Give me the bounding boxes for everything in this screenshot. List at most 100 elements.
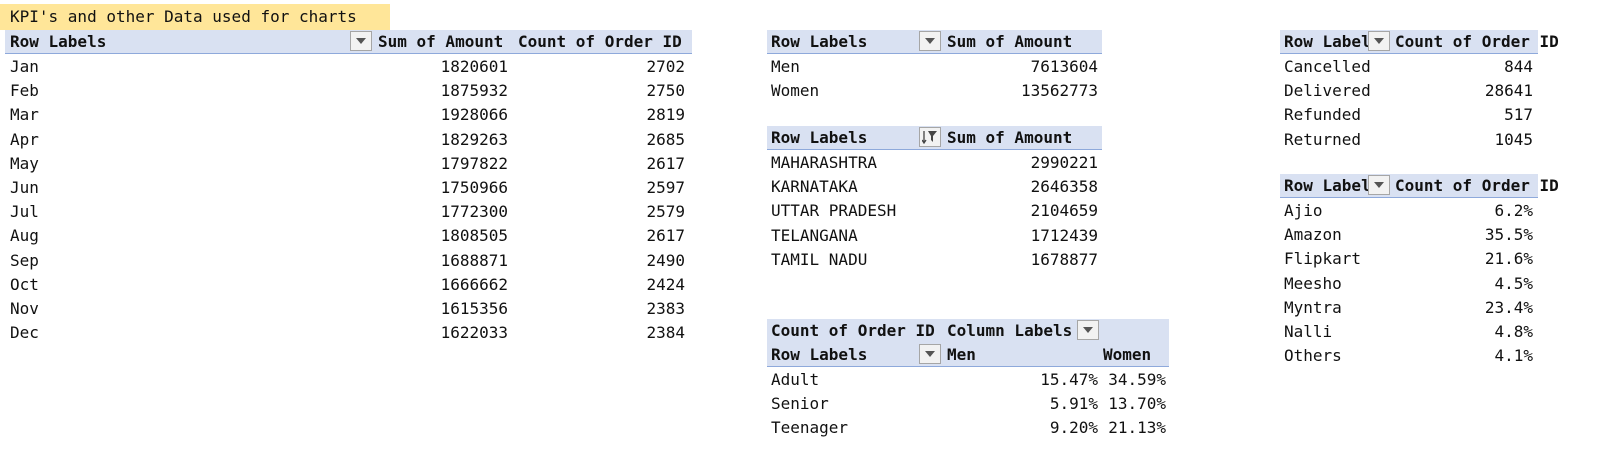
count-order-percent-cell: 35.5% xyxy=(1484,225,1533,245)
sum-amount-cell: 2104659 xyxy=(1030,201,1098,221)
states-sort-filter-dropdown[interactable] xyxy=(919,127,941,147)
state-label: KARNATAKA xyxy=(771,177,858,197)
chevron-down-icon xyxy=(1374,182,1384,188)
count-order-cell: 844 xyxy=(1504,57,1533,76)
states-header-row: Row Labels Sum of Amount xyxy=(767,126,1102,150)
state-label: MAHARASHTRA xyxy=(771,153,877,172)
age-women-header: Women xyxy=(1103,345,1152,364)
age-row-filter-dropdown[interactable] xyxy=(919,344,941,364)
gender-label: Women xyxy=(771,81,820,101)
age-column-labels-header: Column Labels xyxy=(947,321,1073,340)
count-order-cell: 2383 xyxy=(646,299,685,318)
count-order-cell: 2424 xyxy=(646,274,685,294)
count-order-percent-cell: 4.8% xyxy=(1494,322,1533,341)
month-label: Aug xyxy=(10,226,39,246)
sum-amount-cell: 1688871 xyxy=(440,250,508,270)
sort-filter-icon xyxy=(922,131,937,144)
count-order-cell: 2384 xyxy=(646,323,685,343)
count-order-cell: 2617 xyxy=(646,226,685,246)
count-order-percent-cell: 23.4% xyxy=(1484,297,1533,317)
count-order-cell: 2819 xyxy=(646,105,685,125)
channel-filter-dropdown[interactable] xyxy=(1368,175,1390,195)
sum-amount-cell: 1875932 xyxy=(440,81,508,101)
sum-amount-cell: 1666662 xyxy=(440,274,508,294)
age-group-label: Senior xyxy=(771,394,829,414)
count-order-percent-cell: 4.1% xyxy=(1494,346,1533,366)
age-count-order-header: Count of Order ID xyxy=(771,321,935,340)
month-label: Oct xyxy=(10,274,39,294)
channel-label: Amazon xyxy=(1284,225,1342,245)
count-order-cell: 2685 xyxy=(646,129,685,149)
count-order-cell: 2702 xyxy=(646,57,685,76)
status-filter-dropdown[interactable] xyxy=(1368,31,1390,51)
count-order-cell: 1045 xyxy=(1494,129,1533,149)
chevron-down-icon xyxy=(356,38,366,44)
state-label: TAMIL NADU xyxy=(771,249,868,269)
sum-amount-cell: 1829263 xyxy=(440,129,508,149)
channel-label: Meesho xyxy=(1284,273,1342,293)
gender-filter-dropdown[interactable] xyxy=(919,31,941,51)
count-order-cell: 2617 xyxy=(646,153,685,173)
age-header-row-2: Row Labels Men Women xyxy=(767,343,1169,367)
sum-amount-cell: 2990221 xyxy=(1030,153,1098,172)
month-label: Jul xyxy=(10,202,39,222)
gender-label: Men xyxy=(771,57,800,76)
count-order-cell: 517 xyxy=(1504,105,1533,125)
sum-amount-cell: 1808505 xyxy=(440,226,508,246)
men-percent-cell: 5.91% xyxy=(1049,394,1098,414)
sum-amount-cell: 1712439 xyxy=(1030,225,1098,245)
count-order-cell: 2490 xyxy=(646,250,685,270)
state-label: TELANGANA xyxy=(771,225,858,245)
sum-amount-cell: 1772300 xyxy=(440,202,508,222)
sum-amount-cell: 1678877 xyxy=(1030,249,1098,269)
monthly-sum-amount-header: Sum of Amount xyxy=(378,32,504,51)
chevron-down-icon xyxy=(925,38,935,44)
women-percent-cell: 21.13% xyxy=(1108,418,1166,438)
month-label: Feb xyxy=(10,81,39,101)
status-label: Refunded xyxy=(1284,105,1362,125)
month-label: Dec xyxy=(10,323,39,343)
sum-amount-cell: 13562773 xyxy=(1020,81,1098,101)
status-label: Delivered xyxy=(1284,81,1371,101)
count-order-cell: 2750 xyxy=(646,81,685,101)
gender-header-row: Row Labels Sum of Amount xyxy=(767,30,1102,54)
month-label: May xyxy=(10,153,39,173)
gender-sum-amount-header: Sum of Amount xyxy=(947,32,1073,51)
age-column-filter-dropdown[interactable] xyxy=(1077,320,1099,340)
women-percent-cell: 13.70% xyxy=(1108,394,1166,414)
sum-amount-cell: 1797822 xyxy=(440,153,508,173)
age-group-label: Teenager xyxy=(771,418,849,438)
age-header-row-1: Count of Order ID Column Labels xyxy=(767,319,1169,343)
status-label: Cancelled xyxy=(1284,57,1371,76)
age-row-labels-header: Row Labels xyxy=(771,345,868,364)
count-order-cell: 28641 xyxy=(1484,81,1533,101)
monthly-row-labels-header: Row Labels xyxy=(10,32,107,51)
month-label: Sep xyxy=(10,250,39,270)
channel-count-order-header: Count of Order ID xyxy=(1395,176,1559,195)
channel-label: Others xyxy=(1284,346,1342,366)
month-label: Apr xyxy=(10,129,39,149)
count-order-cell: 2579 xyxy=(646,202,685,222)
sum-amount-cell: 1928066 xyxy=(440,105,508,125)
chevron-down-icon xyxy=(1374,38,1384,44)
monthly-filter-dropdown[interactable] xyxy=(350,31,372,51)
status-row-label-header: Row Label xyxy=(1284,32,1371,51)
age-group-label: Adult xyxy=(771,370,820,389)
channel-label: Flipkart xyxy=(1284,249,1362,269)
count-order-percent-cell: 6.2% xyxy=(1494,201,1533,220)
sum-amount-cell: 1622033 xyxy=(440,323,508,343)
count-order-percent-cell: 4.5% xyxy=(1494,273,1533,293)
monthly-count-order-header: Count of Order ID xyxy=(518,32,682,51)
month-label: Mar xyxy=(10,105,39,125)
sum-amount-cell: 1820601 xyxy=(440,57,508,76)
sum-amount-cell: 1750966 xyxy=(440,178,508,197)
women-percent-cell: 34.59% xyxy=(1108,370,1166,389)
sum-amount-cell: 2646358 xyxy=(1030,177,1098,197)
state-label: UTTAR PRADESH xyxy=(771,201,897,221)
channel-label: Nalli xyxy=(1284,322,1333,341)
sheet-title: KPI's and other Data used for charts xyxy=(0,4,390,30)
status-label: Returned xyxy=(1284,129,1362,149)
channel-label: Ajio xyxy=(1284,201,1323,220)
men-percent-cell: 9.20% xyxy=(1049,418,1098,438)
gender-row-labels-header: Row Labels xyxy=(771,32,868,51)
